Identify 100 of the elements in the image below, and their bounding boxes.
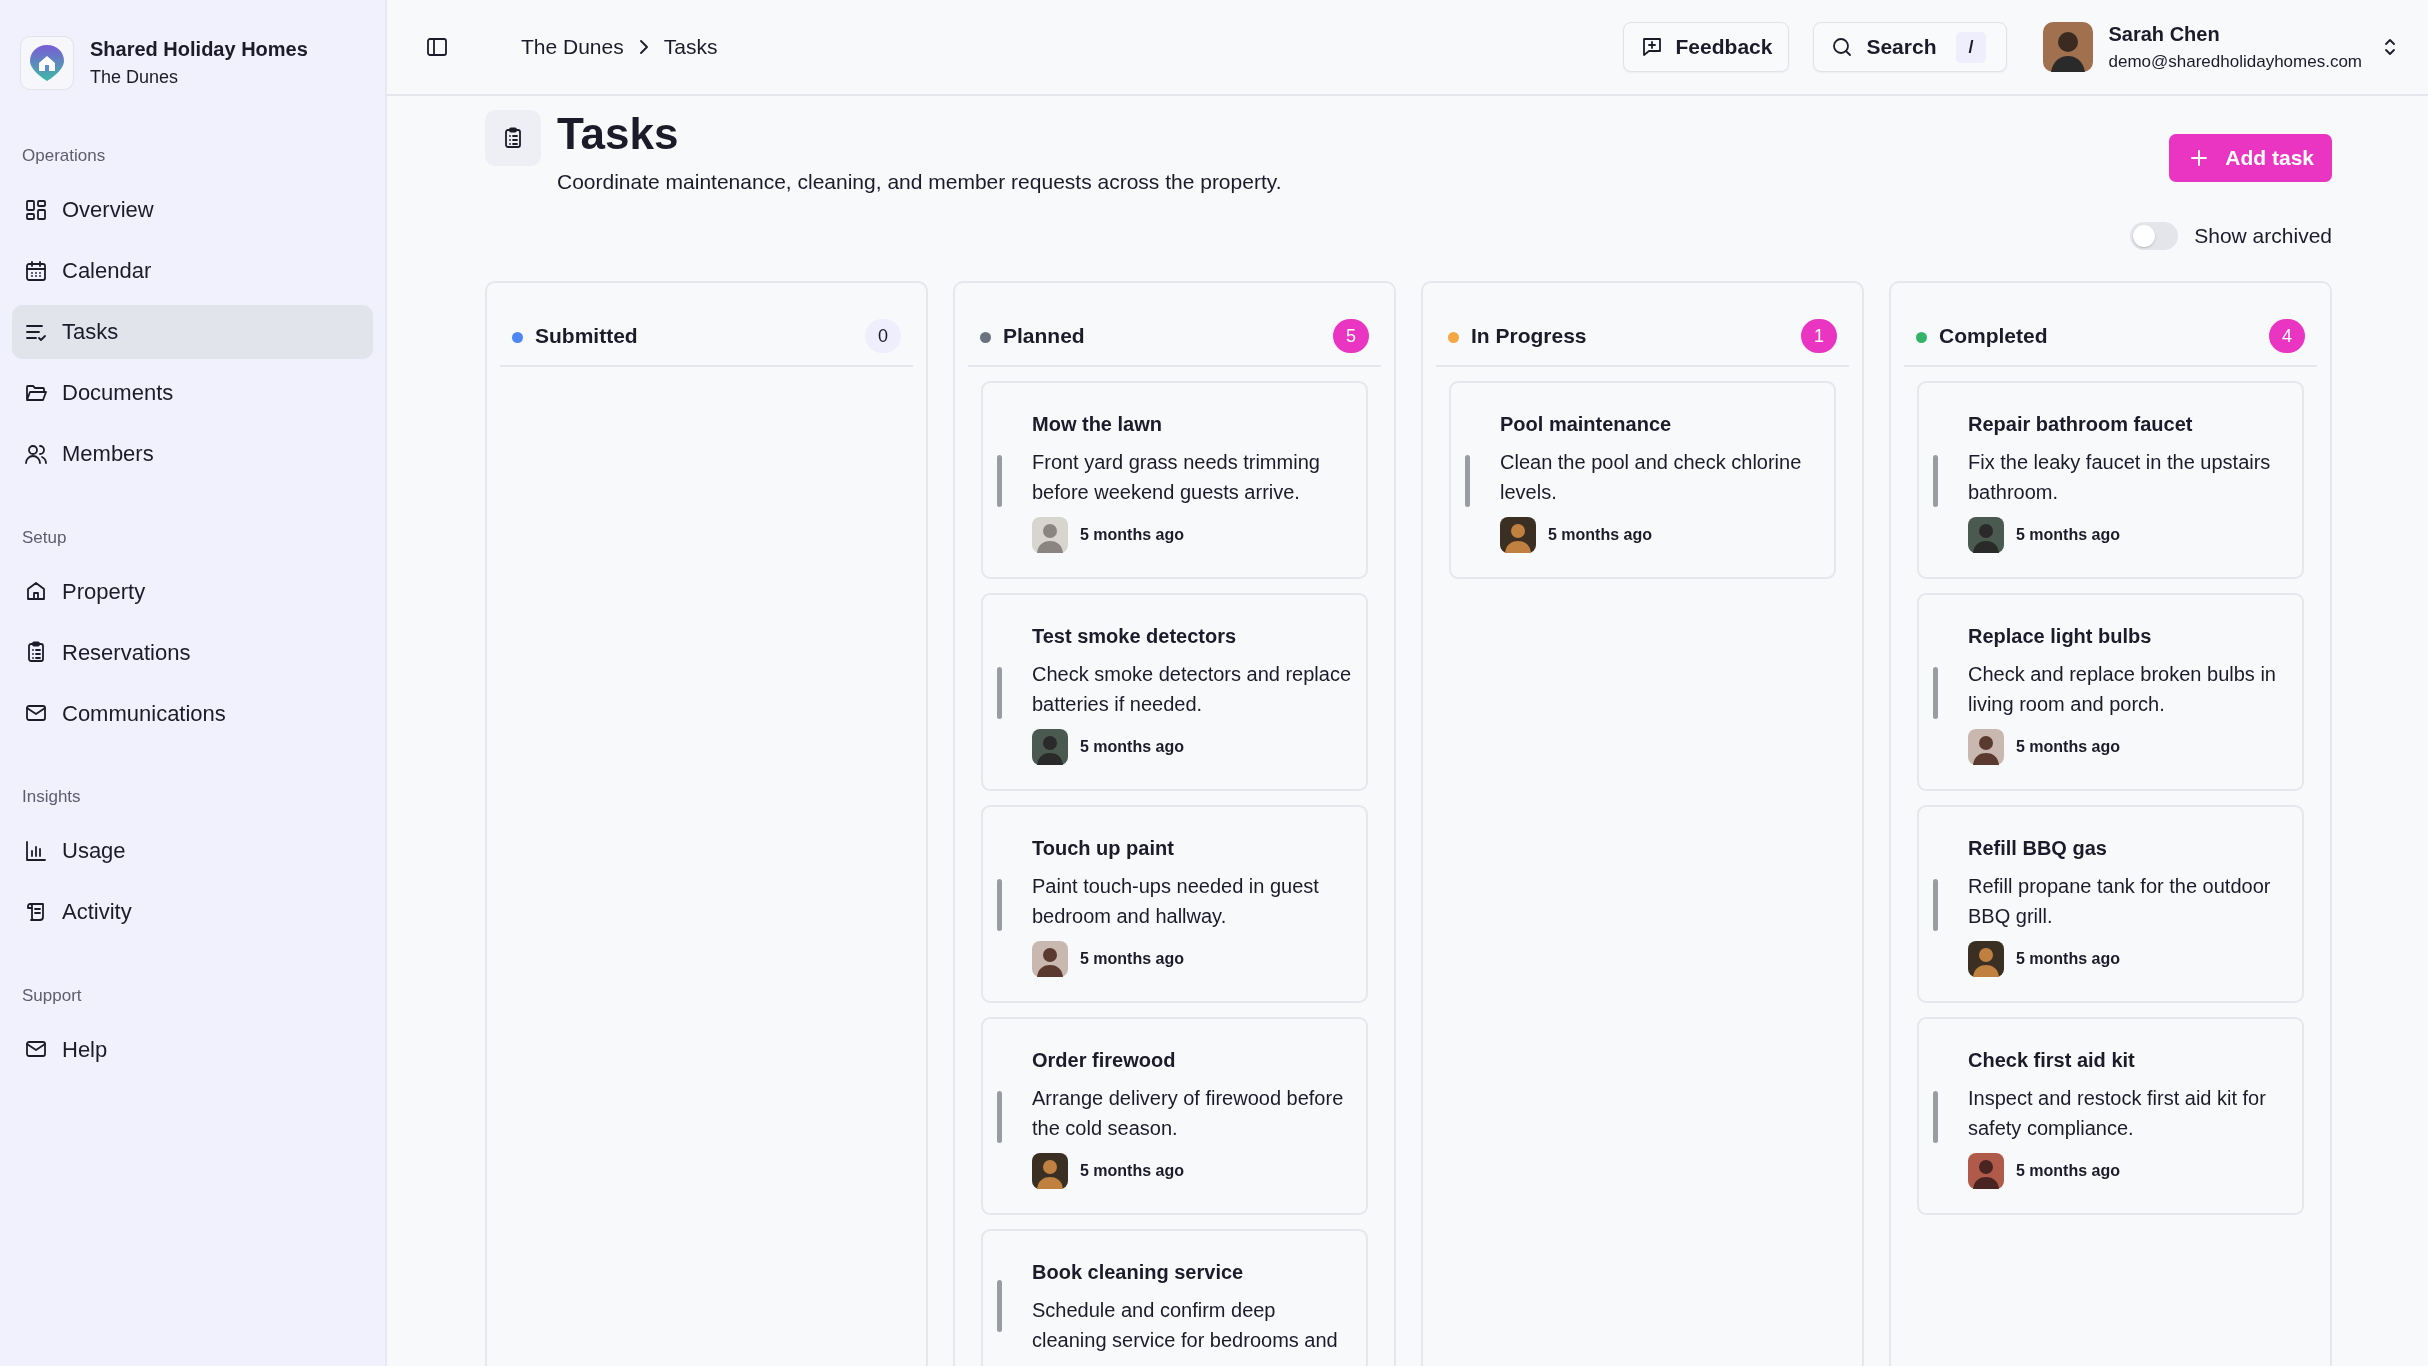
logo-icon [28,42,66,83]
task-time: 5 months ago [1080,525,1184,546]
section-label: Setup [21,526,68,549]
drag-handle[interactable] [1933,1091,1938,1144]
drag-handle[interactable] [1465,455,1470,508]
count-badge: 1 [1801,319,1837,354]
task-title: Mow the lawn [1032,412,1163,438]
column-title: Submitted [535,322,638,349]
grid-icon [24,197,48,222]
task-time: 5 months ago [1548,525,1652,546]
sidebar-item[interactable]: Members [12,426,373,481]
sidebar-item[interactable]: Tasks [12,304,373,359]
page-subtitle: Coordinate maintenance, cleaning, and member requests across the property. [557,169,1282,196]
task-time: 5 months ago [1080,1161,1184,1182]
avatar [1032,941,1068,978]
task-time: 5 months ago [1080,949,1184,970]
count-badge: 0 [865,319,901,354]
section-label: Insights [21,786,82,808]
task-card[interactable]: Book cleaning service Schedule and confirm deep cleaning service for bedrooms and [981,1229,1368,1366]
task-time: 5 months ago [2016,525,2120,546]
task-title: Refill BBQ gas [1968,836,2108,862]
section-label: Support [21,984,83,1007]
breadcrumb-link[interactable]: Tasks [663,31,718,63]
drag-handle[interactable] [1933,667,1938,720]
task-description: Check and replace broken bulbs in living room and porch. [1968,662,2277,718]
avatar [1968,729,2004,766]
task-description: Check smoke detectors and replace batteries if needed. [1032,662,1352,718]
task-title: Check first aid kit [1968,1048,2136,1074]
task-description: Front yard grass needs trimming before weekend guests arrive. [1032,450,1321,506]
sidebar-item[interactable]: Property [12,564,373,618]
drag-handle[interactable] [1933,455,1938,508]
shortcut-key: / [1956,31,1986,63]
avatar [1500,517,1536,554]
sidebar-item[interactable]: Documents [12,365,373,420]
column-title: In Progress [1471,322,1587,349]
drag-handle[interactable] [997,879,1002,932]
toggle-label: Show archived [2194,222,2332,249]
avatar [1968,941,2004,978]
bar-chart-icon [24,838,48,863]
drag-handle[interactable] [997,455,1002,508]
task-description: Fix the leaky faucet in the upstairs bathroom. [1968,450,2272,506]
house-icon [24,579,48,603]
task-card[interactable]: Refill BBQ gas Refill propane tank for the outdoor BBQ grill. 5 months ago [1917,805,2304,1004]
search-button[interactable]: Search / [1813,22,2007,72]
app-name: Shared Holiday Homes [90,37,308,62]
user-name: Sarah Chen [2108,22,2221,48]
column-title: Planned [1003,322,1085,349]
avatar [1968,517,2004,554]
task-card[interactable]: Pool maintenance Clean the pool and check chlorine levels. 5 months ago [1449,381,1836,580]
avatar [1968,1153,2004,1190]
avatar[interactable] [2042,22,2093,72]
section-label: Operations [21,145,107,167]
task-card[interactable]: Order firewood Arrange delivery of firewood before the cold season. 5 months ago [981,1017,1368,1216]
avatar [1032,517,1068,554]
property-name: The Dunes [90,66,180,89]
sidebar-item[interactable]: Usage [12,823,373,878]
sidebar-item[interactable]: Reservations [12,625,373,679]
task-card[interactable]: Repair bathroom faucet Fix the leaky faucet in the upstairs bathroom. 5 months ago [1917,381,2304,580]
task-title: Replace light bulbs [1968,624,2153,650]
feedback-button[interactable]: Feedback [1622,22,1790,72]
task-description: Paint touch-ups needed in guest bedroom and hallway. [1032,874,1320,930]
sidebar-item[interactable]: Calendar [12,243,373,298]
calendar-icon [24,258,48,283]
task-description: Clean the pool and check chlorine levels. [1500,450,1803,506]
task-description: Arrange delivery of firewood before the cold season. [1032,1086,1345,1142]
task-time: 5 months ago [2016,949,2120,970]
task-title: Repair bathroom faucet [1968,412,2194,438]
drag-handle[interactable] [997,1091,1002,1144]
task-card[interactable]: Replace light bulbs Check and replace broken bulbs in living room and porch. 5 months ago [1917,593,2304,792]
sidebar-item[interactable]: Activity [12,884,373,939]
chevron-right-icon [639,40,648,54]
count-badge: 5 [1333,319,1369,354]
user-email: demo@sharedholidayhomes.com [2108,51,2362,74]
drag-handle[interactable] [1933,879,1938,932]
task-card[interactable]: Test smoke detectors Check smoke detectors and replace batteries if needed. 5 months ago [981,593,1368,792]
task-title: Test smoke detectors [1032,624,1238,650]
task-title: Touch up paint [1032,836,1175,862]
task-card[interactable]: Mow the lawn Front yard grass needs trimming before weekend guests arrive. 5 months ago [981,381,1368,580]
toggle-switch[interactable] [2130,221,2179,250]
task-title: Pool maintenance [1500,412,1673,438]
page-title: Tasks [557,110,680,159]
drag-handle[interactable] [997,667,1002,720]
sidebar-item[interactable]: Overview [12,182,373,237]
sidebar-item[interactable]: Help [12,1022,373,1076]
add-task-button[interactable]: Add task [2169,134,2332,182]
task-card[interactable]: Touch up paint Paint touch-ups needed in guest bedroom and hallway. 5 months ago [981,805,1368,1004]
avatar [1032,1153,1068,1190]
count-badge: 4 [2269,319,2305,354]
task-description: Schedule and confirm deep cleaning service for bedrooms and [1032,1298,1339,1354]
sidebar-item[interactable]: Communications [12,686,373,740]
task-description: Refill propane tank for the outdoor BBQ grill. [1968,874,2272,930]
task-title: Order firewood [1032,1048,1177,1074]
breadcrumb-link[interactable]: The Dunes [521,31,624,63]
task-card[interactable]: Check first aid kit Inspect and restock first aid kit for safety compliance. 5 months ago [1917,1017,2304,1216]
avatar [1032,729,1068,766]
sidebar-toggle-icon[interactable] [425,35,449,59]
task-time: 5 months ago [1080,737,1184,758]
task-title: Book cleaning service [1032,1260,1245,1286]
task-time: 5 months ago [2016,1161,2120,1182]
drag-handle[interactable] [997,1280,1002,1333]
